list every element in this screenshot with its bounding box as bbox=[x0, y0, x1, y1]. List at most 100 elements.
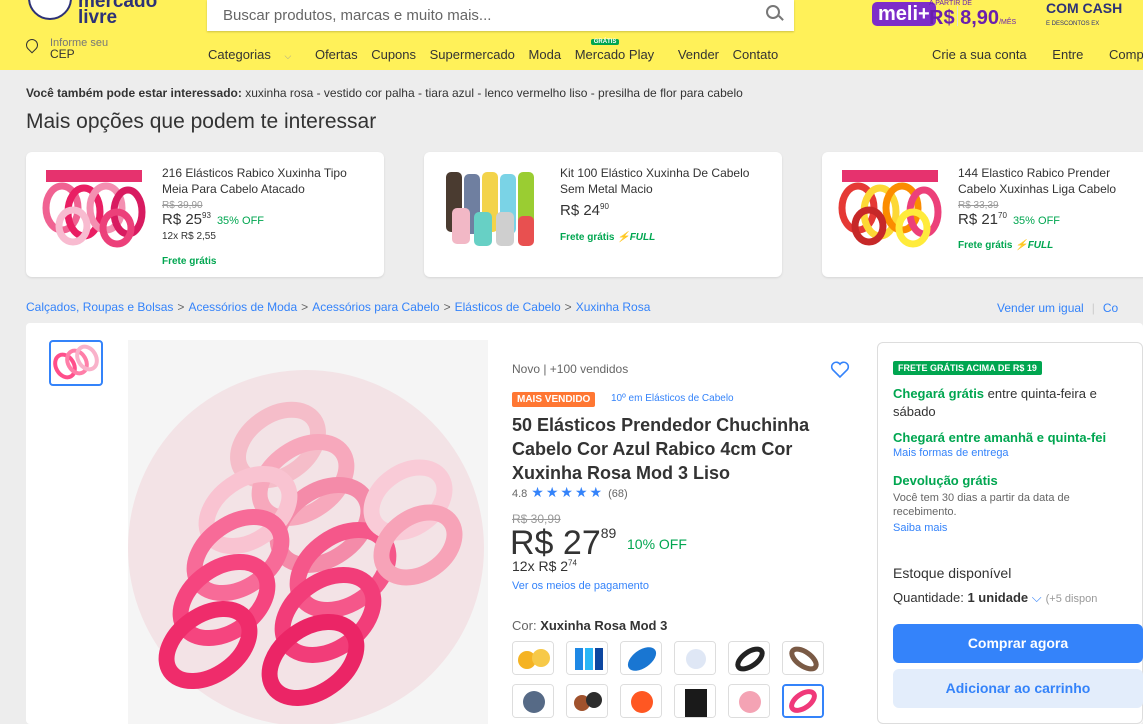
swatch-image bbox=[621, 685, 661, 717]
nav-contato[interactable]: Contato bbox=[733, 47, 779, 62]
color-swatch-selected[interactable] bbox=[782, 684, 824, 718]
card-title: 216 Elásticos Rabico Xuxinha Tipo Meia P… bbox=[162, 166, 347, 196]
meli-plus-price[interactable]: A PARTIR DE R$ 8,90/MÊS bbox=[929, 0, 1016, 30]
color-swatch[interactable] bbox=[512, 684, 554, 718]
learn-more-link[interactable]: Saiba mais bbox=[893, 522, 947, 534]
color-swatch[interactable] bbox=[566, 641, 608, 675]
search-input[interactable] bbox=[207, 0, 727, 31]
price-cents: 90 bbox=[600, 202, 609, 211]
breadcrumb-item[interactable]: Acessórios de Moda bbox=[188, 300, 297, 314]
more-delivery-link[interactable]: Mais formas de entrega bbox=[893, 447, 1009, 459]
nav-mercado-play[interactable]: GRÁTIS Mercado Play bbox=[575, 39, 664, 62]
purchases-link[interactable]: Comp bbox=[1109, 47, 1143, 62]
price-main: R$ 25 bbox=[162, 211, 203, 228]
color-label: Cor: Xuxinha Rosa Mod 3 bbox=[512, 618, 667, 633]
card-title: Kit 100 Elástico Xuxinha De Cabelo Sem M… bbox=[560, 166, 750, 196]
meli-plus-from: A PARTIR DE bbox=[929, 0, 972, 7]
discount: 10% OFF bbox=[627, 536, 687, 552]
thumbnail-image bbox=[53, 344, 99, 380]
header: mercado livre meli+ A PARTIR DE R$ 8,90/… bbox=[0, 0, 1143, 70]
recommendation-card[interactable]: 216 Elásticos Rabico Xuxinha Tipo Meia P… bbox=[26, 152, 384, 277]
card-shipping: Frete grátis bbox=[162, 256, 216, 267]
swatch-image bbox=[675, 685, 715, 717]
logo[interactable]: mercado livre bbox=[28, 0, 178, 27]
swatch-image bbox=[567, 685, 607, 717]
free-shipping-badge: FRETE GRÁTIS ACIMA DE R$ 19 bbox=[893, 361, 1042, 375]
full-badge: ⚡FULL bbox=[617, 232, 656, 243]
price-main: R$ 24 bbox=[560, 202, 601, 219]
product-main-image[interactable] bbox=[128, 340, 488, 724]
inst-cents: 74 bbox=[568, 558, 577, 568]
color-swatch[interactable] bbox=[512, 641, 554, 675]
meli-plus-logo[interactable]: meli+ bbox=[872, 2, 936, 26]
card-title: 144 Elastico Rabico Prender Cabelo Xuxin… bbox=[958, 166, 1117, 196]
nav-cupons[interactable]: Cupons bbox=[371, 47, 416, 62]
breadcrumb-item[interactable]: Acessórios para Cabelo bbox=[312, 300, 439, 314]
payment-methods-link[interactable]: Ver os meios de pagamento bbox=[512, 580, 649, 592]
buy-now-button[interactable]: Comprar agora bbox=[893, 624, 1143, 663]
review-count: (68) bbox=[608, 488, 628, 500]
color-swatch[interactable] bbox=[620, 641, 662, 675]
card-price: R$ 2170 35% OFF bbox=[958, 211, 1060, 228]
swatch-image bbox=[675, 642, 715, 674]
card-shipping: Frete grátis ⚡FULL bbox=[560, 232, 655, 243]
breadcrumb-item[interactable]: Xuxinha Rosa bbox=[576, 300, 651, 314]
delivery-free: Chegará grátis bbox=[893, 386, 985, 401]
swatch-image bbox=[729, 642, 769, 674]
quantity-selector[interactable]: Quantidade: 1 unidade ⌵ (+5 dispon bbox=[893, 590, 1097, 606]
swatch-image bbox=[621, 642, 661, 674]
free-shipping: Frete grátis bbox=[162, 256, 217, 267]
free-return-text: Você tem 30 dias a partir da data de rec… bbox=[893, 492, 1070, 518]
nav-moda[interactable]: Moda bbox=[529, 47, 562, 62]
chevron-right-icon: > bbox=[177, 300, 185, 314]
heart-icon[interactable] bbox=[830, 361, 850, 379]
add-to-cart-button[interactable]: Adicionar ao carrinho bbox=[893, 669, 1143, 708]
cep-value: CEP bbox=[50, 47, 75, 61]
product-image bbox=[838, 170, 942, 248]
recommendation-card[interactable]: Kit 100 Elástico Xuxinha De Cabelo Sem M… bbox=[424, 152, 782, 277]
create-account-link[interactable]: Crie a sua conta bbox=[932, 47, 1027, 62]
nav-categorias[interactable]: Categorias ⌵ bbox=[208, 47, 301, 62]
rating-value: 4.8 bbox=[512, 488, 528, 500]
breadcrumb-item[interactable]: Calçados, Roupas e Bolsas bbox=[26, 300, 173, 314]
nav-vender[interactable]: Vender bbox=[678, 47, 719, 62]
color-swatch[interactable] bbox=[782, 641, 824, 675]
color-swatch[interactable] bbox=[620, 684, 662, 718]
color-swatch[interactable] bbox=[674, 684, 716, 718]
swatch-image bbox=[567, 642, 607, 674]
breadcrumb-item[interactable]: Elásticos de Cabelo bbox=[455, 300, 561, 314]
sell-similar-link[interactable]: Vender um igual bbox=[997, 301, 1084, 315]
ranking-link[interactable]: 10º em Elásticos de Cabelo bbox=[611, 393, 734, 404]
cash-title: COM CASH bbox=[1046, 0, 1123, 16]
discount: 35% OFF bbox=[216, 215, 265, 227]
chevron-right-icon: > bbox=[564, 300, 572, 314]
account-nav: Crie a sua conta Entre Comp bbox=[932, 47, 1143, 62]
main-nav: Categorias ⌵ Ofertas Cupons Supermercado… bbox=[208, 39, 788, 62]
color-swatch[interactable] bbox=[728, 641, 770, 675]
chevron-down-icon: ⌵ bbox=[284, 51, 292, 61]
swatch-image bbox=[513, 685, 553, 717]
swatch-image bbox=[729, 685, 769, 717]
free-shipping: Frete grátis bbox=[958, 240, 1013, 251]
also-terms[interactable]: xuxinha rosa - vestido cor palha - tiara… bbox=[245, 86, 743, 100]
login-link[interactable]: Entre bbox=[1052, 47, 1083, 62]
cash-promo[interactable]: COM CASH E DESCONTOS EX bbox=[1046, 0, 1122, 32]
rating[interactable]: 4.8 ★★★★★ (68) bbox=[512, 484, 628, 501]
discount: 35% OFF bbox=[1012, 215, 1061, 227]
breadcrumb: Calçados, Roupas e Bolsas > Acessórios de … bbox=[26, 300, 650, 314]
color-swatch[interactable] bbox=[566, 684, 608, 718]
compartilhar-link[interactable]: Co bbox=[1103, 301, 1118, 315]
nav-supermercado[interactable]: Supermercado bbox=[430, 47, 515, 62]
card-price: R$ 2593 35% OFF bbox=[162, 211, 264, 228]
card-old-price: R$ 39,90 bbox=[162, 200, 203, 211]
color-swatch[interactable] bbox=[674, 641, 716, 675]
color-swatch[interactable] bbox=[728, 684, 770, 718]
more-options-title: Mais opções que podem te interessar bbox=[26, 110, 377, 133]
gallery-thumbnail[interactable] bbox=[49, 340, 103, 386]
recommendation-card[interactable]: 144 Elastico Rabico Prender Cabelo Xuxin… bbox=[822, 152, 1143, 277]
search-icon[interactable] bbox=[766, 5, 780, 19]
nav-ofertas[interactable]: Ofertas bbox=[315, 47, 358, 62]
card-price: R$ 2490 bbox=[560, 202, 609, 219]
card-shipping: Frete grátis ⚡FULL bbox=[958, 240, 1053, 251]
qty-label: Quantidade: bbox=[893, 590, 964, 605]
